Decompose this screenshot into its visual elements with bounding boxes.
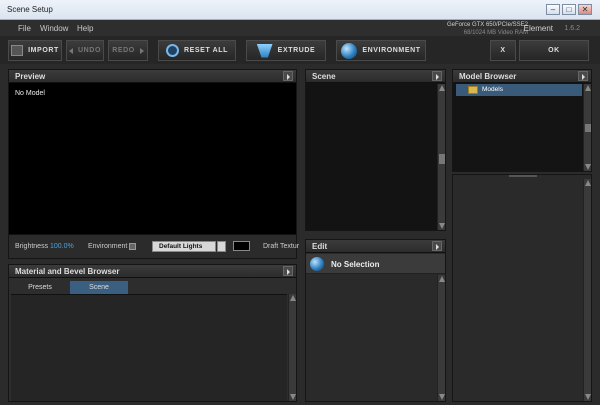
material-browser-panel: Material and Bevel Browser Presets Scene (8, 264, 297, 402)
scroll-up-icon[interactable] (585, 180, 591, 186)
import-icon (11, 45, 24, 56)
list-item[interactable]: Models (456, 84, 582, 96)
brightness-value[interactable]: 100.0% (50, 243, 74, 250)
splitter-handle[interactable] (509, 175, 537, 177)
scroll-down-icon[interactable] (290, 394, 296, 400)
extrude-button[interactable]: EXTRUDE (246, 40, 326, 61)
model-browser-expand-arrow-icon[interactable] (578, 71, 588, 81)
model-browser-scroll-thumb[interactable] (585, 124, 591, 132)
draft-texture-label: Draft Textur (263, 243, 300, 250)
environment-checkbox[interactable] (129, 243, 136, 250)
app-version: 1.6.2 (564, 25, 580, 32)
scroll-down-icon[interactable] (585, 164, 591, 170)
environment-toggle-label: Environment (88, 243, 128, 250)
ok-button[interactable]: OK (519, 40, 589, 61)
scroll-up-icon[interactable] (439, 85, 445, 91)
preview-header: Preview (9, 70, 296, 83)
reset-icon (165, 44, 179, 57)
scene-header: Scene (306, 70, 445, 83)
material-browser-expand-arrow-icon[interactable] (283, 266, 293, 276)
material-browser-header: Material and Bevel Browser (9, 265, 296, 278)
undo-button[interactable]: UNDO (66, 40, 104, 61)
brightness-label: Brightness (15, 243, 49, 250)
menu-help[interactable]: Help (77, 24, 93, 33)
undo-label: UNDO (77, 47, 101, 54)
draft-color-swatch[interactable] (233, 241, 250, 251)
redo-label: REDO (112, 47, 135, 54)
reset-all-label: RESET ALL (183, 47, 229, 54)
app-name: Element (523, 24, 553, 33)
scroll-up-icon[interactable] (290, 295, 296, 301)
extrude-label: EXTRUDE (277, 47, 316, 54)
selection-sphere-icon (310, 257, 324, 271)
edit-panel: Edit No Selection (305, 239, 446, 402)
import-label: IMPORT (28, 47, 59, 54)
scene-panel: Scene (305, 69, 446, 231)
toolbar: IMPORT UNDO REDO RESET ALL EXTRUDE ENVIR… (0, 36, 600, 64)
preview-panel: Preview No Model Brightness 100.0% Envir… (8, 69, 300, 259)
preview-expand-arrow-icon[interactable] (283, 71, 293, 81)
lights-select[interactable]: Default Lights (152, 241, 226, 252)
window-title: Scene Setup (7, 5, 53, 14)
scroll-down-icon[interactable] (439, 223, 445, 229)
tab-scene[interactable]: Scene (70, 281, 128, 294)
model-details-scrollbar[interactable] (583, 179, 591, 401)
menu-bar: File Window Help GeForce GTX 650/PCIe/SS… (0, 20, 600, 36)
environment-label: ENVIRONMENT (362, 47, 421, 54)
selection-text: No Selection (331, 260, 380, 269)
scroll-down-icon[interactable] (439, 394, 445, 400)
window-controls: – □ ✕ (546, 4, 592, 15)
scene-scroll-thumb[interactable] (439, 154, 445, 164)
cancel-button[interactable]: X (490, 40, 516, 61)
redo-button[interactable]: REDO (108, 40, 148, 61)
extrude-icon (256, 43, 273, 58)
chevron-down-icon[interactable] (217, 241, 226, 252)
preview-title: Preview (15, 72, 46, 81)
model-browser-panel: Model Browser Models (452, 69, 592, 172)
scene-expand-arrow-icon[interactable] (432, 71, 442, 81)
tab-presets[interactable]: Presets (11, 281, 69, 294)
reset-all-button[interactable]: RESET ALL (158, 40, 236, 61)
undo-arrow-icon (68, 47, 73, 54)
edit-header: Edit (306, 240, 445, 253)
gpu-info: GeForce GTX 650/PCIe/SSE2 68/1024 MB Vid… (447, 21, 528, 37)
preview-controls: Brightness 100.0% Environment Default Li… (9, 234, 300, 258)
selection-row: No Selection (306, 254, 445, 274)
scene-title: Scene (312, 72, 336, 81)
environment-globe-icon (341, 42, 358, 59)
model-browser-title: Model Browser (459, 72, 517, 81)
edit-expand-arrow-icon[interactable] (432, 241, 442, 251)
scene-scrollbar[interactable] (437, 84, 445, 230)
edit-scrollbar[interactable] (437, 275, 445, 401)
material-browser-title: Material and Bevel Browser (15, 267, 120, 276)
scroll-up-icon[interactable] (585, 85, 591, 91)
gpu-name: GeForce GTX 650/PCIe/SSE2 (446, 22, 528, 28)
menu-file[interactable]: File (18, 24, 31, 33)
environment-button[interactable]: ENVIRONMENT (336, 40, 426, 61)
redo-arrow-icon (139, 47, 144, 54)
lights-select-value: Default Lights (159, 243, 203, 250)
window-titlebar: Scene Setup – □ ✕ (0, 0, 600, 20)
menu-window[interactable]: Window (40, 24, 68, 33)
import-button[interactable]: IMPORT (8, 40, 62, 61)
scroll-down-icon[interactable] (585, 394, 591, 400)
scroll-up-icon[interactable] (439, 276, 445, 282)
material-scrollbar[interactable] (288, 294, 296, 401)
models-folder-label: Models (482, 86, 503, 93)
minimize-button[interactable]: – (546, 4, 560, 15)
no-model-text: No Model (15, 90, 45, 97)
close-button[interactable]: ✕ (578, 4, 592, 15)
maximize-button[interactable]: □ (562, 4, 576, 15)
folder-icon (468, 86, 478, 94)
edit-title: Edit (312, 242, 328, 251)
material-list (11, 294, 287, 401)
model-browser-header: Model Browser (453, 70, 591, 83)
model-details-panel (452, 174, 592, 402)
model-browser-scrollbar[interactable] (583, 84, 591, 171)
